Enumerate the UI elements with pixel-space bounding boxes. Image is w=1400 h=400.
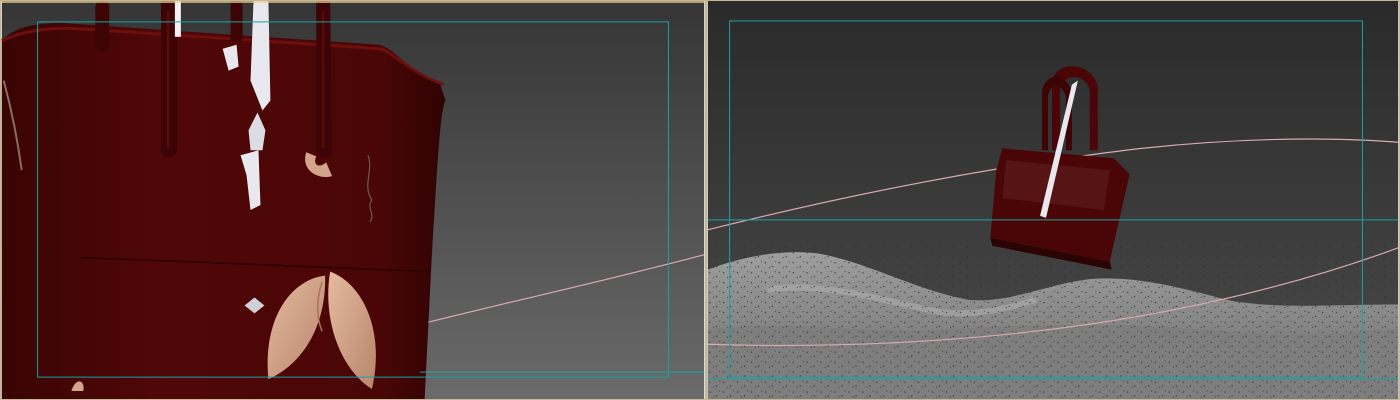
active-viewport-indicator [1, 1, 705, 3]
particles [707, 244, 1399, 399]
handbag-object[interactable] [1, 1, 446, 399]
handle-left-outer [95, 1, 110, 51]
handle-right-outer [316, 1, 333, 158]
terrain-dunes[interactable] [707, 244, 1399, 399]
viewport-right[interactable] [706, 0, 1400, 400]
viewport-left[interactable] [0, 0, 706, 400]
handbag-body [1, 22, 446, 399]
scene-editor [0, 0, 1400, 400]
ribbon-strip [174, 1, 181, 37]
viewport-left-canvas[interactable] [1, 1, 705, 399]
viewport-right-canvas[interactable] [707, 1, 1399, 399]
